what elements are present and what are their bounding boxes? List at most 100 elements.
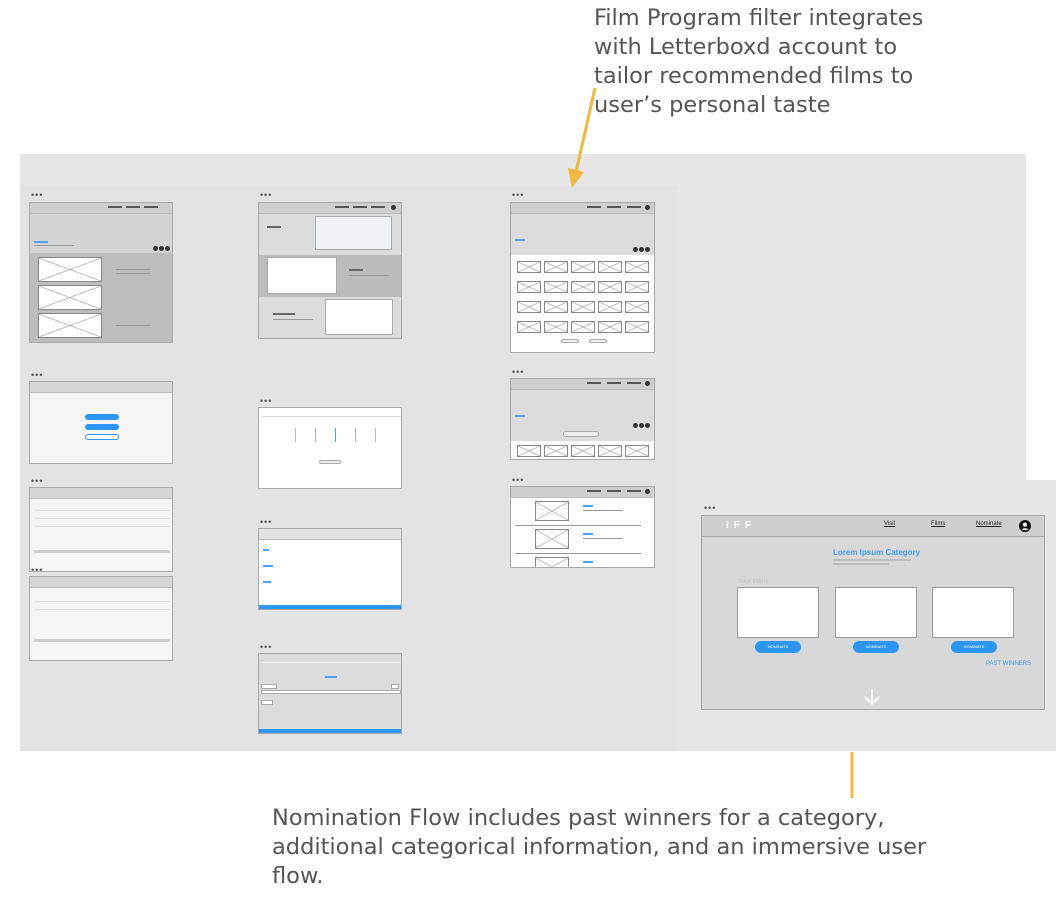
window-dots: ••• xyxy=(31,565,44,575)
wireframe-nav xyxy=(30,203,172,214)
image-placeholder xyxy=(38,257,102,282)
list-marker xyxy=(263,565,273,567)
wireframe-nav xyxy=(511,379,654,390)
annotation-arrow-top xyxy=(568,87,597,188)
wireframe-form-b[interactable] xyxy=(29,576,173,661)
nominate-button[interactable]: NOMINATE xyxy=(951,641,997,653)
image-placeholder xyxy=(325,299,393,335)
social-icon xyxy=(645,247,650,252)
nav-link xyxy=(126,206,140,208)
nav-link xyxy=(353,206,367,208)
login-button xyxy=(85,414,119,420)
window-dots: ••• xyxy=(704,503,717,513)
form-footer-bar xyxy=(34,639,170,642)
input-row xyxy=(261,700,273,705)
category-description-line xyxy=(833,559,911,561)
social-icon xyxy=(645,423,650,428)
form-row xyxy=(34,609,170,610)
wireframe-list[interactable] xyxy=(258,528,402,610)
window-dots: ••• xyxy=(260,396,273,406)
social-icon xyxy=(639,423,644,428)
window-dots: ••• xyxy=(260,190,273,200)
nav-link xyxy=(587,490,601,492)
map-placeholder xyxy=(315,216,392,250)
nominate-button[interactable]: NOMINATE xyxy=(853,641,899,653)
wireframe-login[interactable] xyxy=(29,381,173,464)
film-card[interactable] xyxy=(932,587,1014,638)
text-line xyxy=(34,245,74,246)
avatar-icon xyxy=(645,381,650,386)
user-avatar-icon[interactable] xyxy=(1019,520,1031,532)
timeline-tick xyxy=(335,428,336,442)
section-title xyxy=(267,226,281,228)
nominate-button[interactable]: NOMINATE xyxy=(755,641,801,653)
film-card[interactable] xyxy=(835,587,917,638)
film-poster xyxy=(535,501,569,521)
header-line xyxy=(261,662,401,663)
film-poster xyxy=(535,529,569,549)
nav-link xyxy=(587,382,601,384)
timeline-tick xyxy=(375,428,376,442)
wireframe-nav xyxy=(30,382,172,393)
film-thumbnail xyxy=(517,261,541,273)
nav-link xyxy=(108,206,122,208)
wireframe-schedule[interactable] xyxy=(258,407,402,489)
letterboxd-toggle xyxy=(563,431,599,437)
wireframe-nav xyxy=(511,487,654,498)
arrow-down-icon[interactable] xyxy=(863,688,881,706)
nav-link xyxy=(627,490,641,492)
window-dots: ••• xyxy=(260,642,273,652)
nav-link xyxy=(627,206,641,208)
film-thumbnail xyxy=(625,261,649,273)
category-title: Lorem Ipsum Category xyxy=(833,548,921,557)
image-placeholder xyxy=(38,313,102,338)
your-films-label: Your Films xyxy=(738,579,769,585)
image-placeholder xyxy=(267,257,337,294)
wireframe-home[interactable] xyxy=(29,202,173,343)
film-title xyxy=(583,533,593,535)
iff-logo: IFF xyxy=(726,520,756,531)
film-card[interactable] xyxy=(737,587,819,638)
wireframe-heading xyxy=(515,415,525,417)
avatar-icon xyxy=(391,205,396,210)
wireframe-visit[interactable] xyxy=(258,202,402,339)
film-poster xyxy=(535,557,569,567)
text-line xyxy=(273,319,313,320)
wireframe-search[interactable] xyxy=(258,653,402,734)
search-field xyxy=(261,684,277,689)
search-title xyxy=(325,676,337,678)
window-dots: ••• xyxy=(31,370,44,380)
film-thumbnail xyxy=(598,261,622,273)
wireframe-nav xyxy=(259,203,401,214)
text-line xyxy=(349,275,389,276)
text-line xyxy=(583,510,623,511)
wireframe-nav xyxy=(30,488,172,499)
image-placeholder xyxy=(38,285,102,310)
film-thumbnail xyxy=(544,321,568,333)
wireframe-film-program[interactable] xyxy=(510,202,655,353)
film-title xyxy=(583,505,593,507)
nav-link-nominate[interactable]: Nominate xyxy=(976,521,1002,527)
section-title xyxy=(349,269,363,271)
signup-button xyxy=(85,424,119,430)
wireframe-form-a[interactable] xyxy=(29,487,173,572)
past-winners-link[interactable]: PAST WINNERS xyxy=(986,661,1031,667)
film-thumbnail xyxy=(598,301,622,313)
form-row xyxy=(34,510,170,511)
nav-link xyxy=(587,206,601,208)
film-thumbnail xyxy=(598,445,622,457)
film-thumbnail xyxy=(571,301,595,313)
avatar-icon xyxy=(645,205,650,210)
film-thumbnail xyxy=(544,281,568,293)
nav-link-films[interactable]: Films xyxy=(931,521,945,527)
schedule-button xyxy=(319,460,341,464)
pager-button xyxy=(589,339,607,343)
nav-link-visit[interactable]: Visit xyxy=(884,521,895,527)
wireframe-film-detail[interactable] xyxy=(510,486,655,568)
wireframe-nav xyxy=(30,577,172,588)
text-line xyxy=(116,269,150,270)
list-marker xyxy=(263,581,271,583)
film-thumbnail xyxy=(625,445,649,457)
film-thumbnail xyxy=(517,301,541,313)
wireframe-film-filter[interactable] xyxy=(510,378,655,460)
